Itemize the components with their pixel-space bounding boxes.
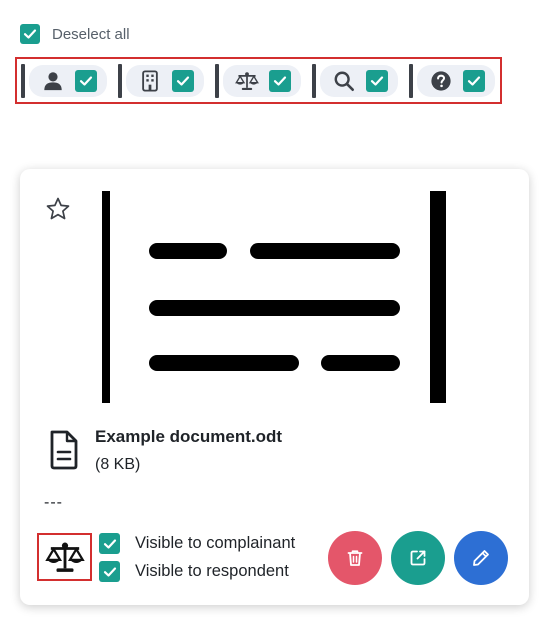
pencil-icon bbox=[473, 550, 489, 566]
deselect-all-control[interactable]: Deselect all bbox=[20, 24, 130, 44]
question-icon bbox=[429, 69, 453, 93]
filter-search-checkbox[interactable] bbox=[366, 69, 388, 92]
check-icon bbox=[103, 566, 116, 577]
deselect-all-label: Deselect all bbox=[52, 25, 130, 43]
search-icon bbox=[332, 69, 356, 93]
document-name: Example document.odt bbox=[95, 427, 283, 446]
check-icon bbox=[273, 75, 287, 86]
delete-button[interactable] bbox=[328, 531, 382, 585]
filter-other[interactable] bbox=[409, 63, 495, 98]
visible-to-respondent-checkbox[interactable] bbox=[99, 561, 120, 582]
scale-icon bbox=[235, 69, 259, 93]
visible-to-respondent-control[interactable]: Visible to respondent bbox=[99, 561, 289, 582]
check-icon bbox=[103, 538, 116, 549]
filter-other-checkbox[interactable] bbox=[463, 69, 485, 92]
filter-divider bbox=[312, 63, 316, 98]
check-icon bbox=[467, 75, 481, 86]
filter-building-checkbox[interactable] bbox=[172, 69, 194, 92]
filter-scale[interactable] bbox=[215, 63, 301, 98]
external-link-icon bbox=[410, 550, 426, 566]
filter-person-checkbox[interactable] bbox=[75, 69, 97, 92]
check-icon bbox=[79, 75, 93, 86]
deselect-all-checkbox[interactable] bbox=[20, 24, 40, 44]
file-icon bbox=[50, 430, 78, 470]
check-icon bbox=[176, 75, 190, 86]
document-card: Example document.odt (8 KB) --- Visible … bbox=[20, 169, 529, 605]
check-icon bbox=[23, 29, 37, 39]
scale-icon bbox=[44, 542, 85, 572]
filter-person[interactable] bbox=[21, 63, 107, 98]
visibility-party-indicator bbox=[37, 533, 92, 581]
building-icon bbox=[138, 69, 162, 93]
person-icon bbox=[41, 69, 65, 93]
visible-to-complainant-label: Visible to complainant bbox=[135, 534, 296, 552]
filter-search[interactable] bbox=[312, 63, 398, 98]
check-icon bbox=[370, 75, 384, 86]
filter-divider bbox=[118, 63, 122, 98]
visible-to-respondent-label: Visible to respondent bbox=[135, 562, 289, 580]
edit-button[interactable] bbox=[454, 531, 508, 585]
visible-to-complainant-checkbox[interactable] bbox=[99, 533, 120, 554]
document-preview-thumbnail[interactable] bbox=[102, 191, 446, 403]
filter-divider bbox=[215, 63, 219, 98]
document-description: --- bbox=[44, 494, 63, 511]
party-filter-bar bbox=[15, 57, 502, 104]
open-external-button[interactable] bbox=[391, 531, 445, 585]
filter-scale-checkbox[interactable] bbox=[269, 69, 291, 92]
star-icon[interactable] bbox=[45, 196, 71, 222]
trash-icon bbox=[347, 550, 363, 566]
filter-divider bbox=[409, 63, 413, 98]
filter-building[interactable] bbox=[118, 63, 204, 98]
document-size: (8 KB) bbox=[95, 456, 141, 473]
visible-to-complainant-control[interactable]: Visible to complainant bbox=[99, 533, 295, 554]
filter-divider bbox=[21, 63, 25, 98]
